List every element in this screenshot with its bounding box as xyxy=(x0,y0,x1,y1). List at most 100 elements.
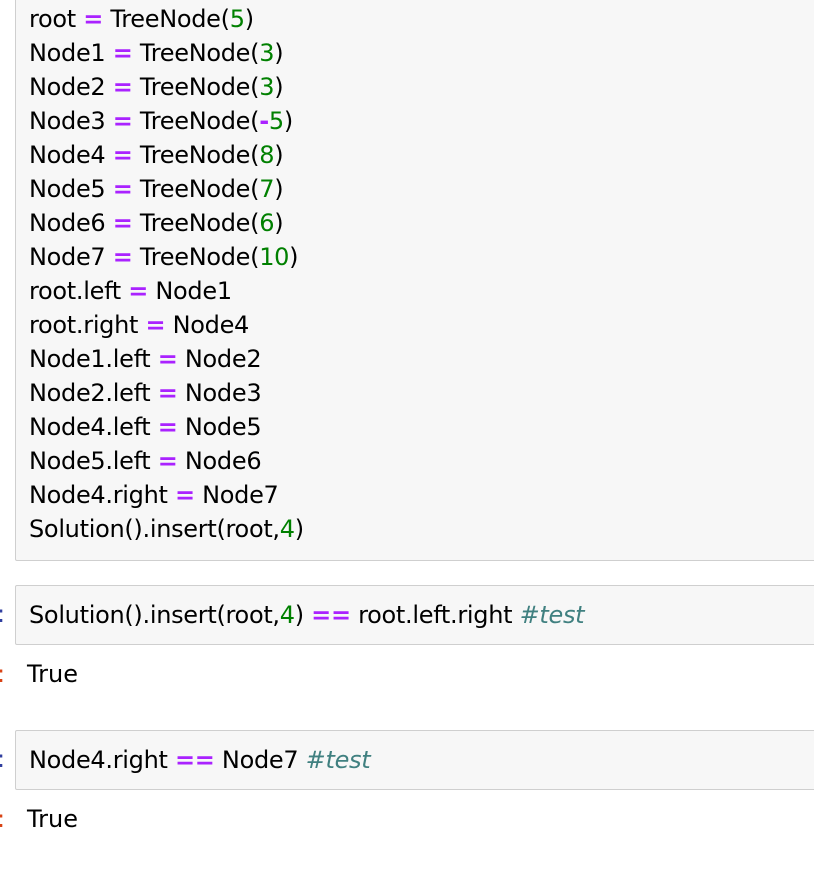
code-token: ) xyxy=(274,175,284,203)
code-token: Node5.left xyxy=(29,447,158,475)
code-number: 5 xyxy=(268,107,284,135)
code-token: Node2 xyxy=(177,345,262,373)
code-line: Node5.left = Node6 xyxy=(29,444,304,478)
code-operator: = xyxy=(112,107,133,135)
code-token: Node1 xyxy=(148,277,232,305)
code-line: Solution().insert(root,4) xyxy=(29,512,304,546)
code-line: Node1.left = Node2 xyxy=(29,342,304,376)
code-token: Node4 xyxy=(165,311,250,339)
code-token: ) xyxy=(294,515,304,543)
code-operator: = xyxy=(112,243,133,271)
code-token: ) xyxy=(289,243,299,271)
code-token: root.right xyxy=(29,311,146,339)
code-number: 4 xyxy=(279,515,295,543)
code-operator: = xyxy=(174,481,195,509)
code-token: Node7 xyxy=(214,746,306,774)
code-token: TreeNode( xyxy=(132,39,260,67)
code-operator: = xyxy=(112,73,133,101)
code-token: TreeNode( xyxy=(132,243,260,271)
code-operator: = xyxy=(157,345,178,373)
code-line: Node1 = TreeNode(3) xyxy=(29,36,304,70)
code-token: Node2.left xyxy=(29,379,158,407)
code-line: Node4.right = Node7 xyxy=(29,478,304,512)
code-line: root.left = Node1 xyxy=(29,274,304,308)
code-token: Solution().insert(root, xyxy=(29,515,280,543)
code-token: TreeNode( xyxy=(132,141,260,169)
code-comment: #test xyxy=(305,746,371,774)
code-editor[interactable]: Node4.right == Node7 #test xyxy=(29,743,371,777)
code-line: root.right = Node4 xyxy=(29,308,304,342)
code-number: 3 xyxy=(259,39,275,67)
code-token: Node4 xyxy=(29,141,113,169)
code-token: Node3 xyxy=(29,107,113,135)
code-operator: = xyxy=(83,5,104,33)
code-token: Node5 xyxy=(29,175,113,203)
code-cell-1[interactable]: root = TreeNode(5) Node1 = TreeNode(3) Nod… xyxy=(15,0,814,561)
code-line: Node6 = TreeNode(6) xyxy=(29,206,304,240)
code-token: TreeNode( xyxy=(132,175,260,203)
code-cell-2[interactable]: Solution().insert(root,4) == root.left.r… xyxy=(15,585,814,645)
code-operator: = xyxy=(145,311,166,339)
code-token: ) xyxy=(274,73,284,101)
code-token: Node6 xyxy=(29,209,113,237)
code-line: Node2 = TreeNode(3) xyxy=(29,70,304,104)
code-line: Node3 = TreeNode(-5) xyxy=(29,104,304,138)
code-token: ) xyxy=(274,209,284,237)
cell-output-2: True xyxy=(27,660,78,688)
code-operator: = xyxy=(157,447,178,475)
code-operator: = xyxy=(112,141,133,169)
code-line: Node4.left = Node5 xyxy=(29,410,304,444)
code-editor[interactable]: root = TreeNode(5) Node1 = TreeNode(3) Nod… xyxy=(29,2,304,546)
code-comment: #test xyxy=(519,601,585,629)
code-number: 8 xyxy=(259,141,275,169)
cell-output-3: True xyxy=(27,805,78,833)
code-line: root = TreeNode(5) xyxy=(29,2,304,36)
code-operator: == xyxy=(174,746,215,774)
code-line: Node2.left = Node3 xyxy=(29,376,304,410)
code-line: Node4.right == Node7 #test xyxy=(29,743,371,777)
code-token: ) xyxy=(244,5,254,33)
code-token: ) xyxy=(274,39,284,67)
code-token: Node7 xyxy=(194,481,279,509)
code-token: ) xyxy=(283,107,293,135)
code-token: Solution().insert(root, xyxy=(29,601,280,629)
code-number: 7 xyxy=(259,175,275,203)
input-prompt-2: : xyxy=(0,597,5,631)
code-token: root xyxy=(29,5,84,33)
code-cell-3[interactable]: Node4.right == Node7 #test xyxy=(15,730,814,790)
code-token: Node7 xyxy=(29,243,113,271)
code-line: Solution().insert(root,4) == root.left.r… xyxy=(29,598,585,632)
code-token: ) xyxy=(274,141,284,169)
code-editor[interactable]: Solution().insert(root,4) == root.left.r… xyxy=(29,598,585,632)
code-operator: = xyxy=(157,379,178,407)
code-line: Node4 = TreeNode(8) xyxy=(29,138,304,172)
code-token: Node1 xyxy=(29,39,113,67)
code-operator: = xyxy=(128,277,149,305)
code-token: Node2 xyxy=(29,73,113,101)
code-operator: == xyxy=(311,601,351,629)
input-prompt-3: : xyxy=(0,742,5,776)
code-token: TreeNode( xyxy=(132,209,260,237)
code-token: TreeNode( xyxy=(103,5,230,33)
code-operator: = xyxy=(112,209,133,237)
code-token: Node3 xyxy=(177,379,262,407)
code-token: TreeNode( xyxy=(132,107,260,135)
code-token: TreeNode( xyxy=(132,73,260,101)
code-token: Node4.left xyxy=(29,413,158,441)
code-token: Node4.right xyxy=(29,746,175,774)
code-operator: = xyxy=(157,413,178,441)
code-operator: - xyxy=(259,107,269,135)
code-token: Node4.right xyxy=(29,481,175,509)
code-token: Node5 xyxy=(177,413,262,441)
code-number: 4 xyxy=(279,601,295,629)
output-prompt-2: : xyxy=(0,657,5,691)
code-token: ) xyxy=(294,601,312,629)
code-token: root.left xyxy=(29,277,129,305)
code-line: Node7 = TreeNode(10) xyxy=(29,240,304,274)
output-prompt-3: : xyxy=(0,802,5,836)
code-token: Node1.left xyxy=(29,345,158,373)
code-number: 3 xyxy=(259,73,275,101)
code-number: 5 xyxy=(229,5,245,33)
code-number: 6 xyxy=(259,209,275,237)
code-operator: = xyxy=(112,39,133,67)
